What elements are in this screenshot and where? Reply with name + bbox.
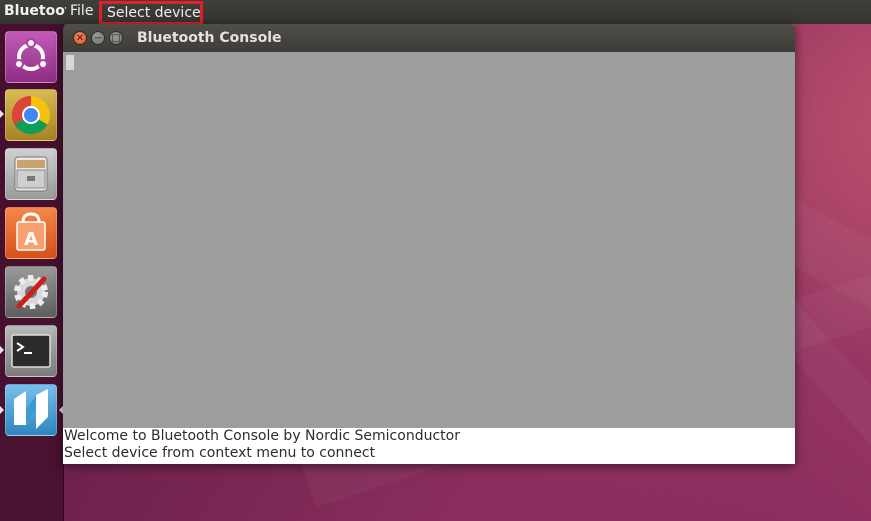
menu-file[interactable]: File [70, 3, 93, 19]
top-menu-bar: Bluetooth Console File Select device [0, 0, 871, 25]
launcher: A [0, 24, 64, 521]
launcher-item-software-center[interactable]: A [5, 207, 57, 259]
log-line: Welcome to Bluetooth Console by Nordic S… [64, 428, 460, 444]
shopping-bag-icon: A [16, 212, 46, 251]
window-titlebar[interactable]: ✕ − □ Bluetooth Console [63, 24, 795, 52]
text-cursor [66, 55, 74, 70]
ubuntu-logo-icon [14, 38, 48, 71]
running-indicator [0, 346, 4, 354]
nordic-logo-icon [14, 389, 48, 429]
close-window-button[interactable]: ✕ [73, 31, 87, 45]
launcher-item-files[interactable] [5, 148, 57, 200]
minimize-window-button[interactable]: − [91, 31, 105, 45]
app-title: Bluetooth Console [4, 3, 66, 19]
chrome-icon [11, 95, 51, 135]
console-output-area[interactable] [63, 52, 795, 428]
terminal-icon [11, 334, 51, 368]
launcher-item-terminal[interactable] [5, 325, 57, 377]
menu-select-device[interactable]: Select device [99, 1, 203, 25]
launcher-item-dash[interactable] [5, 31, 57, 83]
running-indicator [0, 406, 4, 414]
launcher-item-chrome[interactable] [5, 89, 57, 141]
window-title: Bluetooth Console [137, 30, 282, 46]
launcher-item-nrf-connect[interactable] [5, 384, 57, 436]
gear-wrench-icon [14, 275, 48, 309]
maximize-window-button[interactable]: □ [109, 31, 123, 45]
launcher-item-system-settings[interactable] [5, 266, 57, 318]
bluetooth-console-window: ✕ − □ Bluetooth Console Welcome to Bluet… [63, 24, 795, 464]
svg-text:A: A [24, 229, 38, 250]
file-cabinet-icon [14, 156, 48, 192]
running-indicator [0, 110, 4, 118]
log-line: Select device from context menu to conne… [64, 445, 376, 461]
status-log: Welcome to Bluetooth Console by Nordic S… [63, 428, 795, 464]
